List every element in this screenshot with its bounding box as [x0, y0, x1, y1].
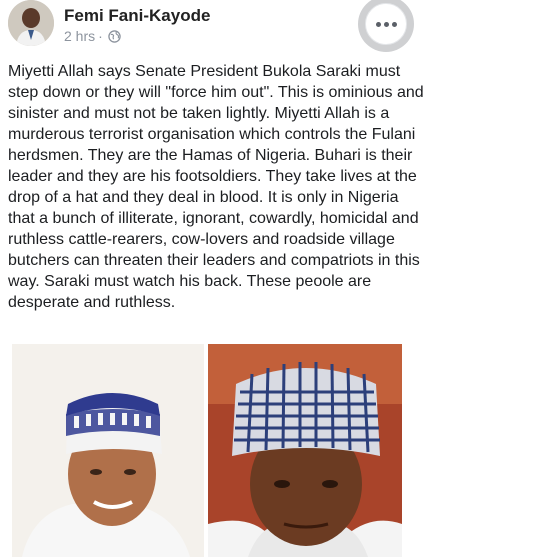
- avatar-image: [8, 0, 54, 46]
- photo-left[interactable]: [12, 344, 204, 557]
- more-options-icon: [375, 21, 397, 27]
- post-text: Miyetti Allah says Senate President Buko…: [8, 61, 428, 313]
- more-options-button[interactable]: [365, 3, 407, 45]
- post-body: Miyetti Allah says Senate President Buko…: [8, 63, 424, 311]
- post-header: Femi Fani-Kayode 2 hrs ·: [0, 0, 548, 60]
- author-name[interactable]: Femi Fani-Kayode: [64, 6, 210, 26]
- more-options-highlight: [358, 0, 414, 52]
- photo-right[interactable]: [208, 344, 402, 557]
- post-photos: [12, 344, 402, 557]
- post-timestamp[interactable]: 2 hrs: [64, 28, 95, 44]
- post-meta: 2 hrs ·: [64, 28, 121, 44]
- portrait-left-image: [12, 344, 204, 557]
- meta-separator: ·: [98, 28, 103, 44]
- globe-icon: [108, 29, 121, 43]
- author-avatar[interactable]: [8, 0, 54, 46]
- portrait-right-image: [208, 344, 402, 557]
